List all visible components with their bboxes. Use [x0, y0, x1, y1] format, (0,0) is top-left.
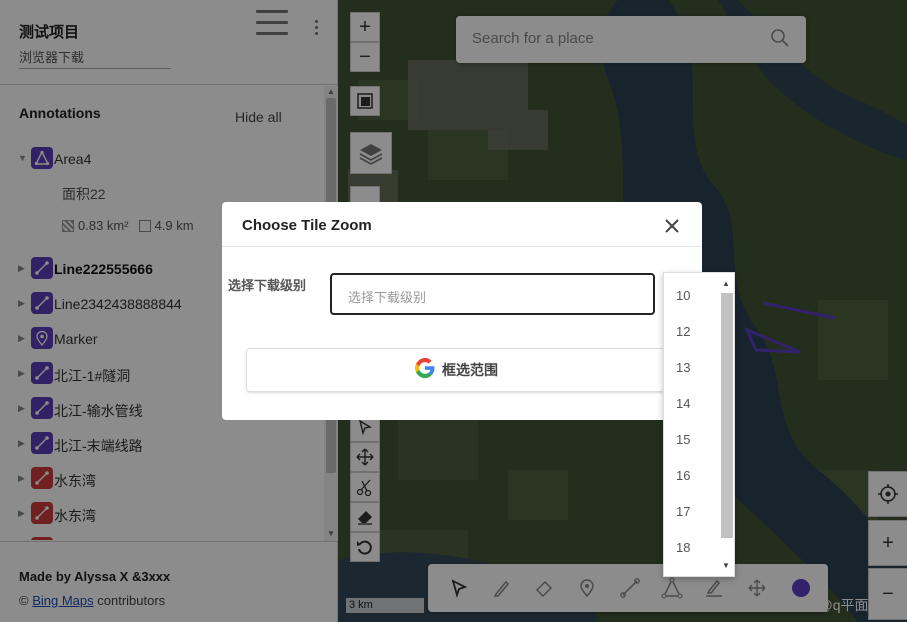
select-area-label: 框选范围 [442, 362, 498, 378]
dialog-title: Choose Tile Zoom [242, 217, 372, 234]
zoom-option[interactable]: 10 [676, 288, 690, 303]
zoom-option[interactable]: 13 [676, 360, 690, 375]
dropdown-scrollbar[interactable]: ▲ ▼ [719, 277, 733, 573]
zoom-option[interactable]: 16 [676, 468, 690, 483]
zoom-level-label: 选择下载级别 [228, 278, 307, 293]
close-icon[interactable] [662, 216, 682, 236]
scroll-up-icon[interactable]: ▲ [722, 279, 730, 288]
zoom-option[interactable]: 15 [676, 432, 690, 447]
zoom-option[interactable]: 14 [676, 396, 690, 411]
google-logo-icon [414, 357, 436, 384]
zoom-level-select[interactable]: 选择下载级别 [330, 273, 655, 315]
divider [222, 246, 702, 247]
zoom-options-dropdown: 10 12 13 14 15 16 17 18 ▲ ▼ [663, 272, 735, 577]
select-area-button[interactable]: 框选范围 [246, 348, 666, 392]
scrollbar-thumb[interactable] [721, 293, 733, 538]
zoom-option[interactable]: 17 [676, 504, 690, 519]
zoom-option[interactable]: 12 [676, 324, 690, 339]
zoom-option[interactable]: 18 [676, 540, 690, 555]
choose-tile-zoom-dialog: Choose Tile Zoom 选择下载级别 选择下载级别 框选范围 [222, 202, 702, 420]
select-placeholder: 选择下载级别 [348, 290, 427, 305]
scroll-down-icon[interactable]: ▼ [722, 561, 730, 570]
